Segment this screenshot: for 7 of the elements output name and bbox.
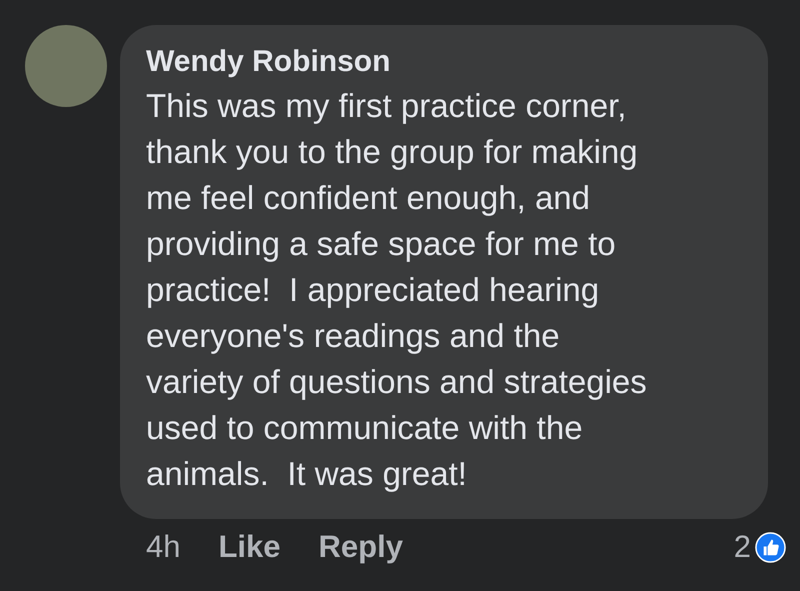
like-link[interactable]: Like [218,529,281,564]
timestamp: 4h [146,529,180,565]
author-name[interactable]: Wendy Robinson [146,45,746,79]
reply-link[interactable]: Reply [318,529,403,564]
comment-text: This was my first practice corner, thank you to the group for making me feel confident enough, and providing a safe space for me to practice! I appreciated hearing everyone's readings and the variety of questions and strategies used to communicate with the animals. It was great! [146,86,648,494]
reaction-count[interactable]: 2 [734,529,751,565]
thumbs-up-icon[interactable] [755,532,786,562]
